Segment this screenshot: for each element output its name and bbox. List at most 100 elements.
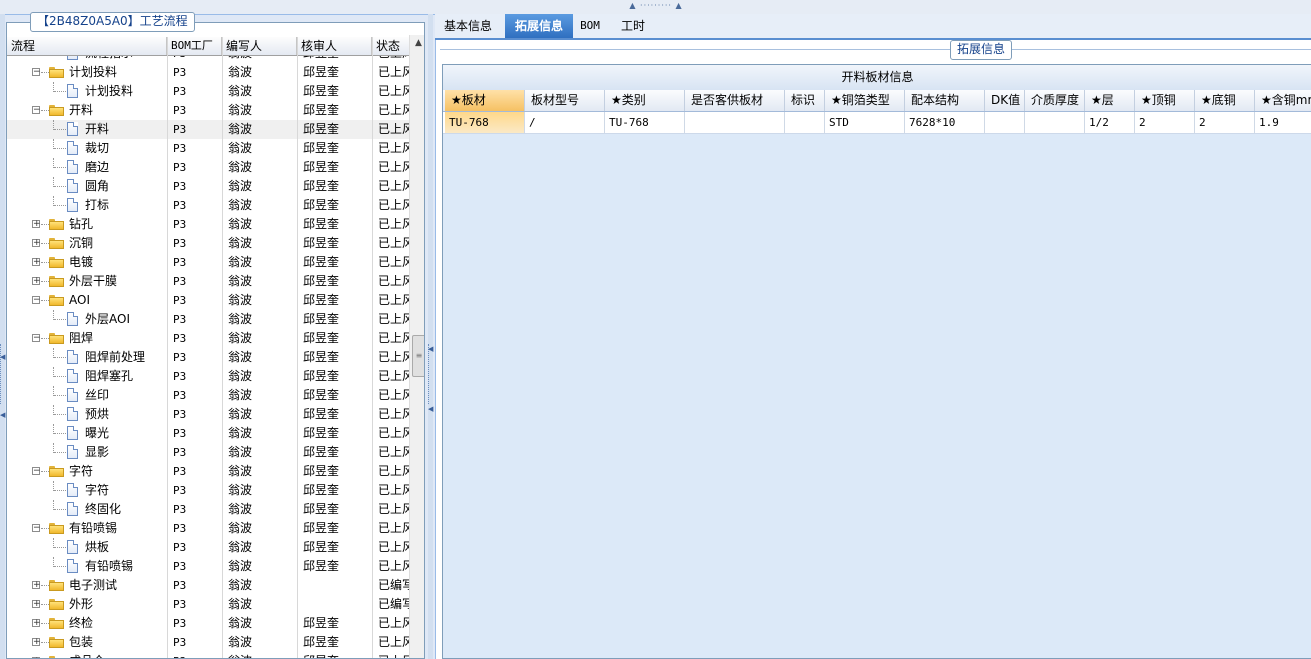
collapse-middle-arrow-icon-2[interactable]: ◀ [428, 406, 433, 413]
tree-expander-icon[interactable]: + [32, 220, 41, 229]
scroll-up-arrow-icon[interactable]: ▲ [410, 35, 424, 51]
tab-work-hours[interactable]: 工时 [611, 14, 655, 38]
col-header-material[interactable]: ★板材 [445, 90, 525, 111]
col-header-copper-foil-type[interactable]: ★铜箔类型 [825, 90, 905, 111]
top-splitter-bar[interactable]: ▲ ········· ▲ [0, 0, 1311, 15]
tree-expander-icon[interactable]: − [32, 296, 41, 305]
cell-material-model[interactable]: / [525, 112, 605, 133]
cell-reviewer: 邱昱奎 [303, 521, 340, 535]
col-header-material-model[interactable]: 板材型号 [525, 90, 605, 111]
tree-row[interactable]: − AOI P3 翁波 邱昱奎 已上风 [7, 291, 410, 310]
tree-expander-icon[interactable]: + [32, 619, 41, 628]
col-header-bottom-copper[interactable]: ★底铜 [1195, 90, 1255, 111]
cell-dk-value[interactable] [985, 112, 1025, 133]
grid-row[interactable]: TU-768/TU-768 STD 7628*10 1/2 2 2 1.9 [443, 112, 1311, 134]
tree-row[interactable]: 外层AOI P3 翁波 邱昱奎 已上风 [7, 310, 410, 329]
middle-splitter-grip-icon[interactable] [428, 344, 434, 404]
tree-row[interactable]: 阻焊塞孔 P3 翁波 邱昱奎 已上风 [7, 367, 410, 386]
tree-row[interactable]: 流程指示 P3 翁波邱昱奎已上风 [7, 56, 410, 63]
middle-splitter[interactable]: ◀ ◀ [428, 14, 433, 659]
tree-row[interactable]: − 字符 P3 翁波 邱昱奎 已上风 [7, 462, 410, 481]
tree-row[interactable]: 裁切 P3 翁波 邱昱奎 已上风 [7, 139, 410, 158]
col-header-mark[interactable]: 标识 [785, 90, 825, 111]
tree-row[interactable]: − 开料 P3 翁波 邱昱奎 已上风 [7, 101, 410, 120]
cell-customer-supplied[interactable] [685, 112, 785, 133]
tree-row[interactable]: + 外形 P3 翁波 已编写 [7, 595, 410, 614]
cell-category[interactable]: TU-768 [605, 112, 685, 133]
col-header-author[interactable]: 编写人 [222, 37, 297, 55]
col-header-flow[interactable]: 流程 [7, 37, 167, 55]
folder-icon [49, 276, 64, 287]
cell-material[interactable]: TU-768 [445, 112, 525, 133]
tree-expander-icon[interactable]: − [32, 467, 41, 476]
tree-row[interactable]: + 包装 P3 翁波 邱昱奎 已上风 [7, 633, 410, 652]
cell-dielectric-thickness[interactable] [1025, 112, 1085, 133]
scroll-thumb[interactable]: ≡ [412, 335, 424, 377]
tree-expander-icon[interactable]: + [32, 581, 41, 590]
tree-row[interactable]: 预烘 P3 翁波 邱昱奎 已上风 [7, 405, 410, 424]
tree-expander-icon[interactable]: + [32, 258, 41, 267]
tree-row[interactable]: 终固化 P3 翁波 邱昱奎 已上风 [7, 500, 410, 519]
col-header-dk-value[interactable]: DK值 [985, 90, 1025, 111]
col-header-copper-thickness[interactable]: ★含铜mm [1255, 90, 1311, 111]
document-icon [67, 84, 78, 98]
tree-row[interactable]: 有铅喷锡 P3 翁波 邱昱奎 已上风 [7, 557, 410, 576]
tree-row[interactable]: + 电子测试 P3 翁波 已编写 [7, 576, 410, 595]
col-header-bom-factory[interactable]: BOM工厂 [167, 37, 222, 55]
tree-row[interactable]: − 有铅喷锡 P3 翁波 邱昱奎 已上风 [7, 519, 410, 538]
tree-row[interactable]: − 阻焊 P3 翁波 邱昱奎 已上风 [7, 329, 410, 348]
cell-copper-thickness[interactable]: 1.9 [1255, 112, 1311, 133]
col-header-dielectric-thickness[interactable]: 介质厚度 [1025, 90, 1085, 111]
collapse-left-arrow-icon[interactable]: ◀ [0, 354, 5, 361]
tree-row[interactable]: + 钻孔 P3 翁波 邱昱奎 已上风 [7, 215, 410, 234]
tab-basic-info[interactable]: 基本信息 [435, 14, 501, 38]
cell-bottom-copper[interactable]: 2 [1195, 112, 1255, 133]
tree-expander-icon[interactable]: − [32, 334, 41, 343]
col-header-status[interactable]: 状态 [372, 37, 410, 55]
tab-bom[interactable]: BOM [573, 14, 607, 38]
tree-expander-icon[interactable]: + [32, 277, 41, 286]
tree-expander-icon[interactable]: + [32, 239, 41, 248]
tree-row[interactable]: + 终检 P3 翁波 邱昱奎 已上风 [7, 614, 410, 633]
tree-row[interactable]: +成品仓P3翁波邱昱奎已上风 [7, 652, 410, 658]
process-tree[interactable]: 流程指示P3翁波邱昱奎已上风−计划投料P3翁波邱昱奎已上风计划投料P3翁波邱昱奎… [7, 56, 410, 658]
col-header-top-copper[interactable]: ★顶铜 [1135, 90, 1195, 111]
col-header-layer[interactable]: ★层 [1085, 90, 1135, 111]
tree-row[interactable]: 显影 P3 翁波 邱昱奎 已上风 [7, 443, 410, 462]
cell-mark[interactable] [785, 112, 825, 133]
cell-top-copper[interactable]: 2 [1135, 112, 1195, 133]
tree-row[interactable]: 烘板 P3 翁波 邱昱奎 已上风 [7, 538, 410, 557]
col-header-reviewer[interactable]: 核审人 [297, 37, 372, 55]
tree-row[interactable]: 字符 P3 翁波 邱昱奎 已上风 [7, 481, 410, 500]
tree-row[interactable]: 曝光 P3 翁波 邱昱奎 已上风 [7, 424, 410, 443]
col-header-stack-structure[interactable]: 配本结构 [905, 90, 985, 111]
tree-row[interactable]: 磨边 P3 翁波 邱昱奎 已上风 [7, 158, 410, 177]
collapse-middle-arrow-icon[interactable]: ◀ [428, 346, 433, 353]
tree-vertical-scrollbar[interactable]: ▲ ≡ [409, 35, 424, 658]
tree-row[interactable]: 打标 P3 翁波 邱昱奎 已上风 [7, 196, 410, 215]
top-splitter-grip-icon[interactable]: ▲ ········· ▲ [618, 2, 694, 10]
cell-layer[interactable]: 1/2 [1085, 112, 1135, 133]
tree-row[interactable]: − 计划投料 P3 翁波 邱昱奎 已上风 [7, 63, 410, 82]
tab-extended-info[interactable]: 拓展信息 [505, 14, 573, 38]
cell-bom-factory: P3 [173, 370, 187, 383]
col-header-category[interactable]: ★类别 [605, 90, 685, 111]
col-header-customer-supplied[interactable]: 是否客供板材 [685, 90, 785, 111]
tree-row[interactable]: + 沉铜 P3 翁波 邱昱奎 已上风 [7, 234, 410, 253]
tree-row[interactable]: 圆角 P3 翁波 邱昱奎 已上风 [7, 177, 410, 196]
tree-expander-icon[interactable]: − [32, 106, 41, 115]
tree-row[interactable]: 丝印 P3 翁波 邱昱奎 已上风 [7, 386, 410, 405]
tree-expander-icon[interactable]: + [32, 638, 41, 647]
tree-expander-icon[interactable]: − [32, 68, 41, 77]
cell-stack-structure[interactable]: 7628*10 [905, 112, 985, 133]
tree-row[interactable]: 计划投料 P3 翁波 邱昱奎 已上风 [7, 82, 410, 101]
cell-copper-foil-type[interactable]: STD [825, 112, 905, 133]
tree-expander-icon[interactable]: + [32, 600, 41, 609]
tree-row[interactable]: + 外层干膜 P3 翁波 邱昱奎 已上风 [7, 272, 410, 291]
left-edge-splitter[interactable]: ◀ ◀ [0, 14, 5, 659]
collapse-left-arrow-icon-2[interactable]: ◀ [0, 412, 5, 419]
tree-row[interactable]: 开料 P3 翁波 邱昱奎 已上风 [7, 120, 410, 139]
tree-row[interactable]: + 电镀 P3 翁波 邱昱奎 已上风 [7, 253, 410, 272]
tree-row[interactable]: 阻焊前处理 P3 翁波 邱昱奎 已上风 [7, 348, 410, 367]
tree-expander-icon[interactable]: − [32, 524, 41, 533]
